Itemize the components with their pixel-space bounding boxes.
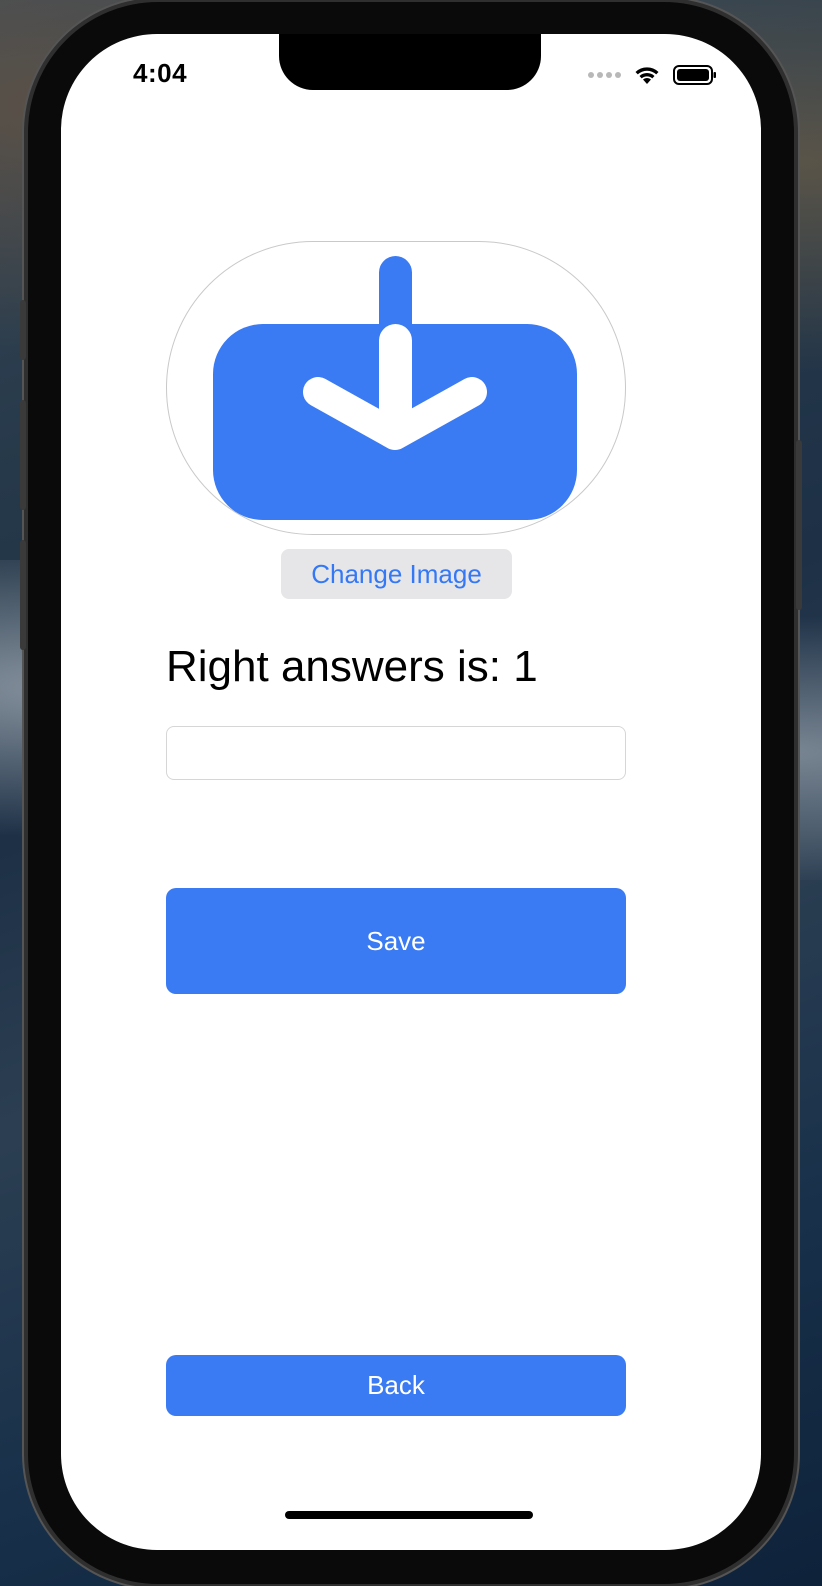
download-tray-icon [213, 256, 577, 520]
right-answers-label: Right answers is: 1 [166, 642, 538, 691]
volume-up-button [20, 400, 26, 510]
battery-icon [673, 65, 716, 85]
image-preview [166, 241, 626, 535]
save-button[interactable]: Save [166, 888, 626, 994]
back-button[interactable]: Back [166, 1355, 626, 1416]
status-time: 4:04 [133, 58, 188, 88]
change-image-button[interactable]: Change Image [281, 549, 512, 599]
mute-switch [20, 300, 26, 360]
wifi-icon [635, 67, 659, 84]
status-icons [588, 64, 717, 86]
cellular-dots-icon [588, 72, 621, 78]
power-button [796, 440, 802, 610]
notch [279, 34, 541, 90]
app-screen: 4:04 Change Image Right answers is: 1 Sa… [61, 34, 761, 1550]
volume-down-button [20, 540, 26, 650]
answer-input[interactable] [166, 726, 626, 780]
home-indicator[interactable] [285, 1511, 533, 1519]
